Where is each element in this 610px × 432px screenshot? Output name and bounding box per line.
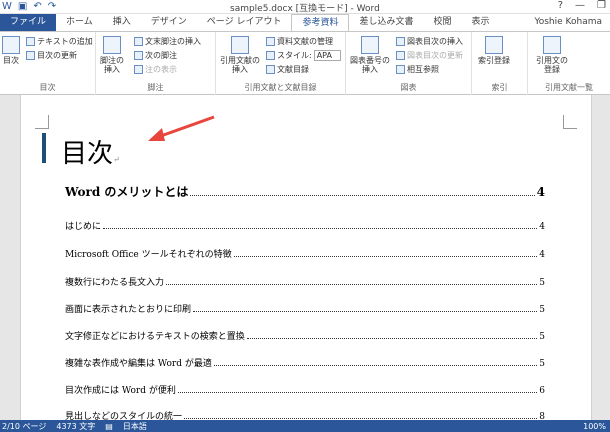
footnote-group: 脚注の 挿入 文末脚注の挿入 次の脚注 注の表示 脚注: [96, 32, 216, 95]
show-notes-button[interactable]: 注の表示: [134, 64, 177, 75]
word-icon[interactable]: W: [2, 1, 12, 12]
toc-heading[interactable]: 目次↵: [61, 133, 120, 170]
caption-icon: [361, 36, 379, 54]
annotation-arrow-icon: [148, 115, 215, 141]
footnote-icon: [103, 36, 121, 54]
mark-citation-icon: [543, 36, 561, 54]
proofing-icon[interactable]: ▤: [105, 422, 113, 431]
word-count[interactable]: 4373 文字: [56, 421, 95, 432]
index-group: 索引登録 索引: [472, 32, 528, 95]
text-cursor: [42, 133, 46, 163]
toc-entry[interactable]: 文字修正などにおけるテキストの検索と置換 5: [65, 329, 545, 342]
redo-icon[interactable]: ↷: [48, 1, 56, 12]
tab-file[interactable]: ファイル: [0, 14, 57, 31]
mark-entry-button[interactable]: 索引登録: [478, 36, 510, 65]
insert-footnote-button[interactable]: 脚注の 挿入: [100, 36, 124, 74]
document-page[interactable]: 目次↵ Word のメリットとは 4 はじめに 4 Microsoft Office…: [20, 95, 592, 420]
toc-entry[interactable]: 画面に表示されたとおりに印刷 5: [65, 302, 545, 315]
toc-entry[interactable]: 目次作成には Word が便利 6: [65, 383, 545, 396]
save-icon[interactable]: ▣: [18, 1, 27, 12]
toc-entry[interactable]: Word のメリットとは 4: [65, 183, 545, 200]
toc-entry[interactable]: Microsoft Office ツールそれぞれの特徴 4: [65, 247, 545, 260]
toc-entry[interactable]: 見出しなどのスタイルの統一 8: [65, 409, 545, 420]
add-text-icon: [26, 37, 35, 46]
style-select[interactable]: スタイル: APA: [266, 50, 341, 61]
captions-group: 図表番号の 挿入 図表目次の挿入 図表目次の更新 相互参照 図表: [346, 32, 472, 95]
next-footnote-button[interactable]: 次の脚注: [134, 50, 177, 61]
group-label: 目次: [39, 83, 56, 92]
update-icon: [26, 51, 35, 60]
manage-sources-button[interactable]: 資料文献の管理: [266, 36, 333, 47]
zoom-level[interactable]: 100%: [583, 422, 610, 431]
minimize-icon[interactable]: —: [575, 0, 585, 11]
tab-home[interactable]: ホーム: [56, 14, 103, 31]
ribbon: 目次 テキストの追加 目次の更新 目次 脚注の 挿入 文末脚注の挿入 次の脚注 注…: [0, 31, 610, 95]
tab-references[interactable]: 参考資料: [291, 14, 350, 31]
manage-sources-icon: [266, 37, 275, 46]
status-bar: 2/10 ページ 4373 文字 ▤ 日本語 100%: [0, 420, 610, 432]
bibliography-icon: [266, 65, 275, 74]
insert-endnote-button[interactable]: 文末脚注の挿入: [134, 36, 201, 47]
cross-reference-icon: [396, 65, 405, 74]
insert-citation-button[interactable]: 引用文献の 挿入: [220, 36, 260, 74]
crop-mark: [563, 115, 577, 129]
citation-group: 引用文献の 挿入 資料文献の管理 スタイル: APA 文献目録 引用文献と文献目録: [216, 32, 346, 95]
group-label: 引用文献一覧: [545, 83, 593, 92]
undo-icon[interactable]: ↶: [33, 1, 41, 12]
table-figures-icon: [396, 37, 405, 46]
citation-icon: [231, 36, 249, 54]
paragraph-mark: ↵: [113, 155, 120, 164]
add-text-button[interactable]: テキストの追加: [26, 36, 93, 47]
language[interactable]: 日本語: [123, 421, 147, 432]
insert-caption-button[interactable]: 図表番号の 挿入: [350, 36, 390, 74]
help-icon[interactable]: ?: [558, 0, 563, 11]
crop-mark: [35, 115, 49, 129]
window-title: sample5.docx [互換モード] - Word: [230, 4, 380, 14]
toc-button[interactable]: 目次: [2, 36, 20, 65]
update-table-icon: [396, 51, 405, 60]
mark-entry-icon: [485, 36, 503, 54]
cross-reference-button[interactable]: 相互参照: [396, 64, 439, 75]
toc-entry[interactable]: 複雑な表作成や編集は Word が最適 5: [65, 356, 545, 369]
tab-insert[interactable]: 挿入: [103, 14, 141, 31]
insert-table-figures-button[interactable]: 図表目次の挿入: [396, 36, 463, 47]
group-label: 脚注: [147, 83, 164, 92]
group-label: 図表: [400, 83, 417, 92]
style-icon: [266, 51, 275, 60]
update-table-button[interactable]: 図表目次の更新: [396, 50, 463, 61]
tab-mailings[interactable]: 差し込み文書: [349, 14, 423, 31]
window-controls: ? — ❐: [558, 0, 606, 11]
restore-icon[interactable]: ❐: [597, 0, 606, 11]
show-notes-icon: [134, 65, 143, 74]
update-toc-button[interactable]: 目次の更新: [26, 50, 77, 61]
title-bar: W ▣ ↶ ↷ sample5.docx [互換モード] - Word ? — …: [0, 0, 610, 14]
tab-design[interactable]: デザイン: [141, 14, 197, 31]
user-name[interactable]: Yoshie Kohama: [534, 17, 602, 27]
group-label: 索引: [491, 83, 508, 92]
group-label: 引用文献と文献目録: [244, 83, 317, 92]
tab-page-layout[interactable]: ページ レイアウト: [197, 14, 292, 31]
bibliography-button[interactable]: 文献目録: [266, 64, 309, 75]
toc-entry[interactable]: 複数行にわたる長文入力 5: [65, 275, 545, 288]
tab-view[interactable]: 表示: [462, 14, 500, 31]
endnote-icon: [134, 37, 143, 46]
document-area[interactable]: 目次↵ Word のメリットとは 4 はじめに 4 Microsoft Office…: [0, 95, 610, 420]
toa-group: 引用文の 登録 引用文献一覧: [528, 32, 610, 95]
quick-access-toolbar: W ▣ ↶ ↷: [2, 1, 56, 12]
toc-group: 目次 テキストの追加 目次の更新 目次: [0, 32, 96, 95]
ribbon-tabs: ファイル ホーム 挿入 デザイン ページ レイアウト 参考資料 差し込み文書 校…: [0, 14, 610, 31]
toc-icon: [2, 36, 20, 54]
tab-review[interactable]: 校閲: [424, 14, 462, 31]
toc-entry[interactable]: はじめに 4: [65, 219, 545, 232]
mark-citation-button[interactable]: 引用文の 登録: [536, 36, 568, 74]
next-footnote-icon: [134, 51, 143, 60]
page-count[interactable]: 2/10 ページ: [2, 421, 46, 432]
